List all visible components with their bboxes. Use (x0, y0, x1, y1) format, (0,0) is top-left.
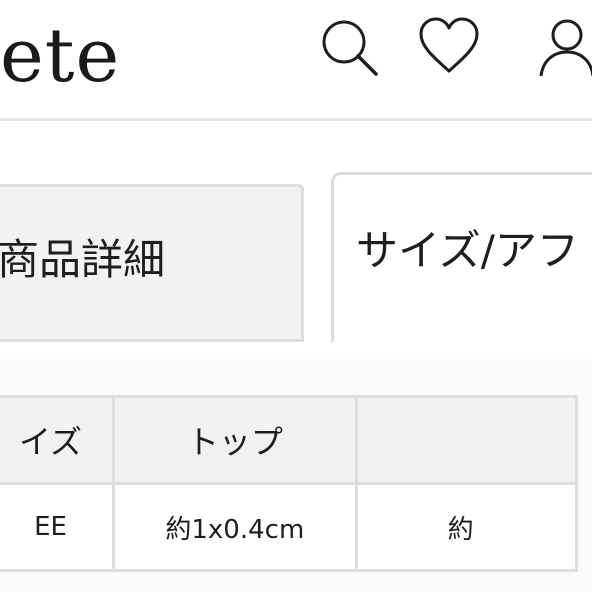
table-header-row: イズ トップ (0, 395, 579, 485)
tab-label: サイズ/アフ (356, 226, 579, 275)
user-icon[interactable] (536, 16, 592, 78)
tab-label: 商品詳細 (0, 235, 166, 284)
cell-top-value: 約1x0.4cm (111, 482, 358, 572)
cell-extra-value: 約 (354, 482, 579, 572)
header-cell-size: イズ (0, 395, 115, 485)
search-icon[interactable] (318, 16, 380, 78)
header-cell-extra (354, 395, 579, 485)
product-tabs: 商品詳細 サイズ/アフ (0, 121, 592, 359)
header-cell-top: トップ (111, 395, 358, 485)
size-table-section: イズ トップ EE 約1x0.4cm 約 (0, 359, 592, 592)
size-table: イズ トップ EE 約1x0.4cm 約 (0, 395, 579, 572)
cell-size-value: EE (0, 482, 115, 572)
brand-logo[interactable]: ete (0, 16, 120, 96)
site-header: ete (0, 0, 592, 121)
tab-product-details[interactable]: 商品詳細 (0, 184, 304, 342)
heart-icon[interactable] (418, 16, 480, 78)
table-row: EE 約1x0.4cm 約 (0, 482, 579, 572)
tab-size-fit[interactable]: サイズ/アフ (331, 172, 592, 342)
